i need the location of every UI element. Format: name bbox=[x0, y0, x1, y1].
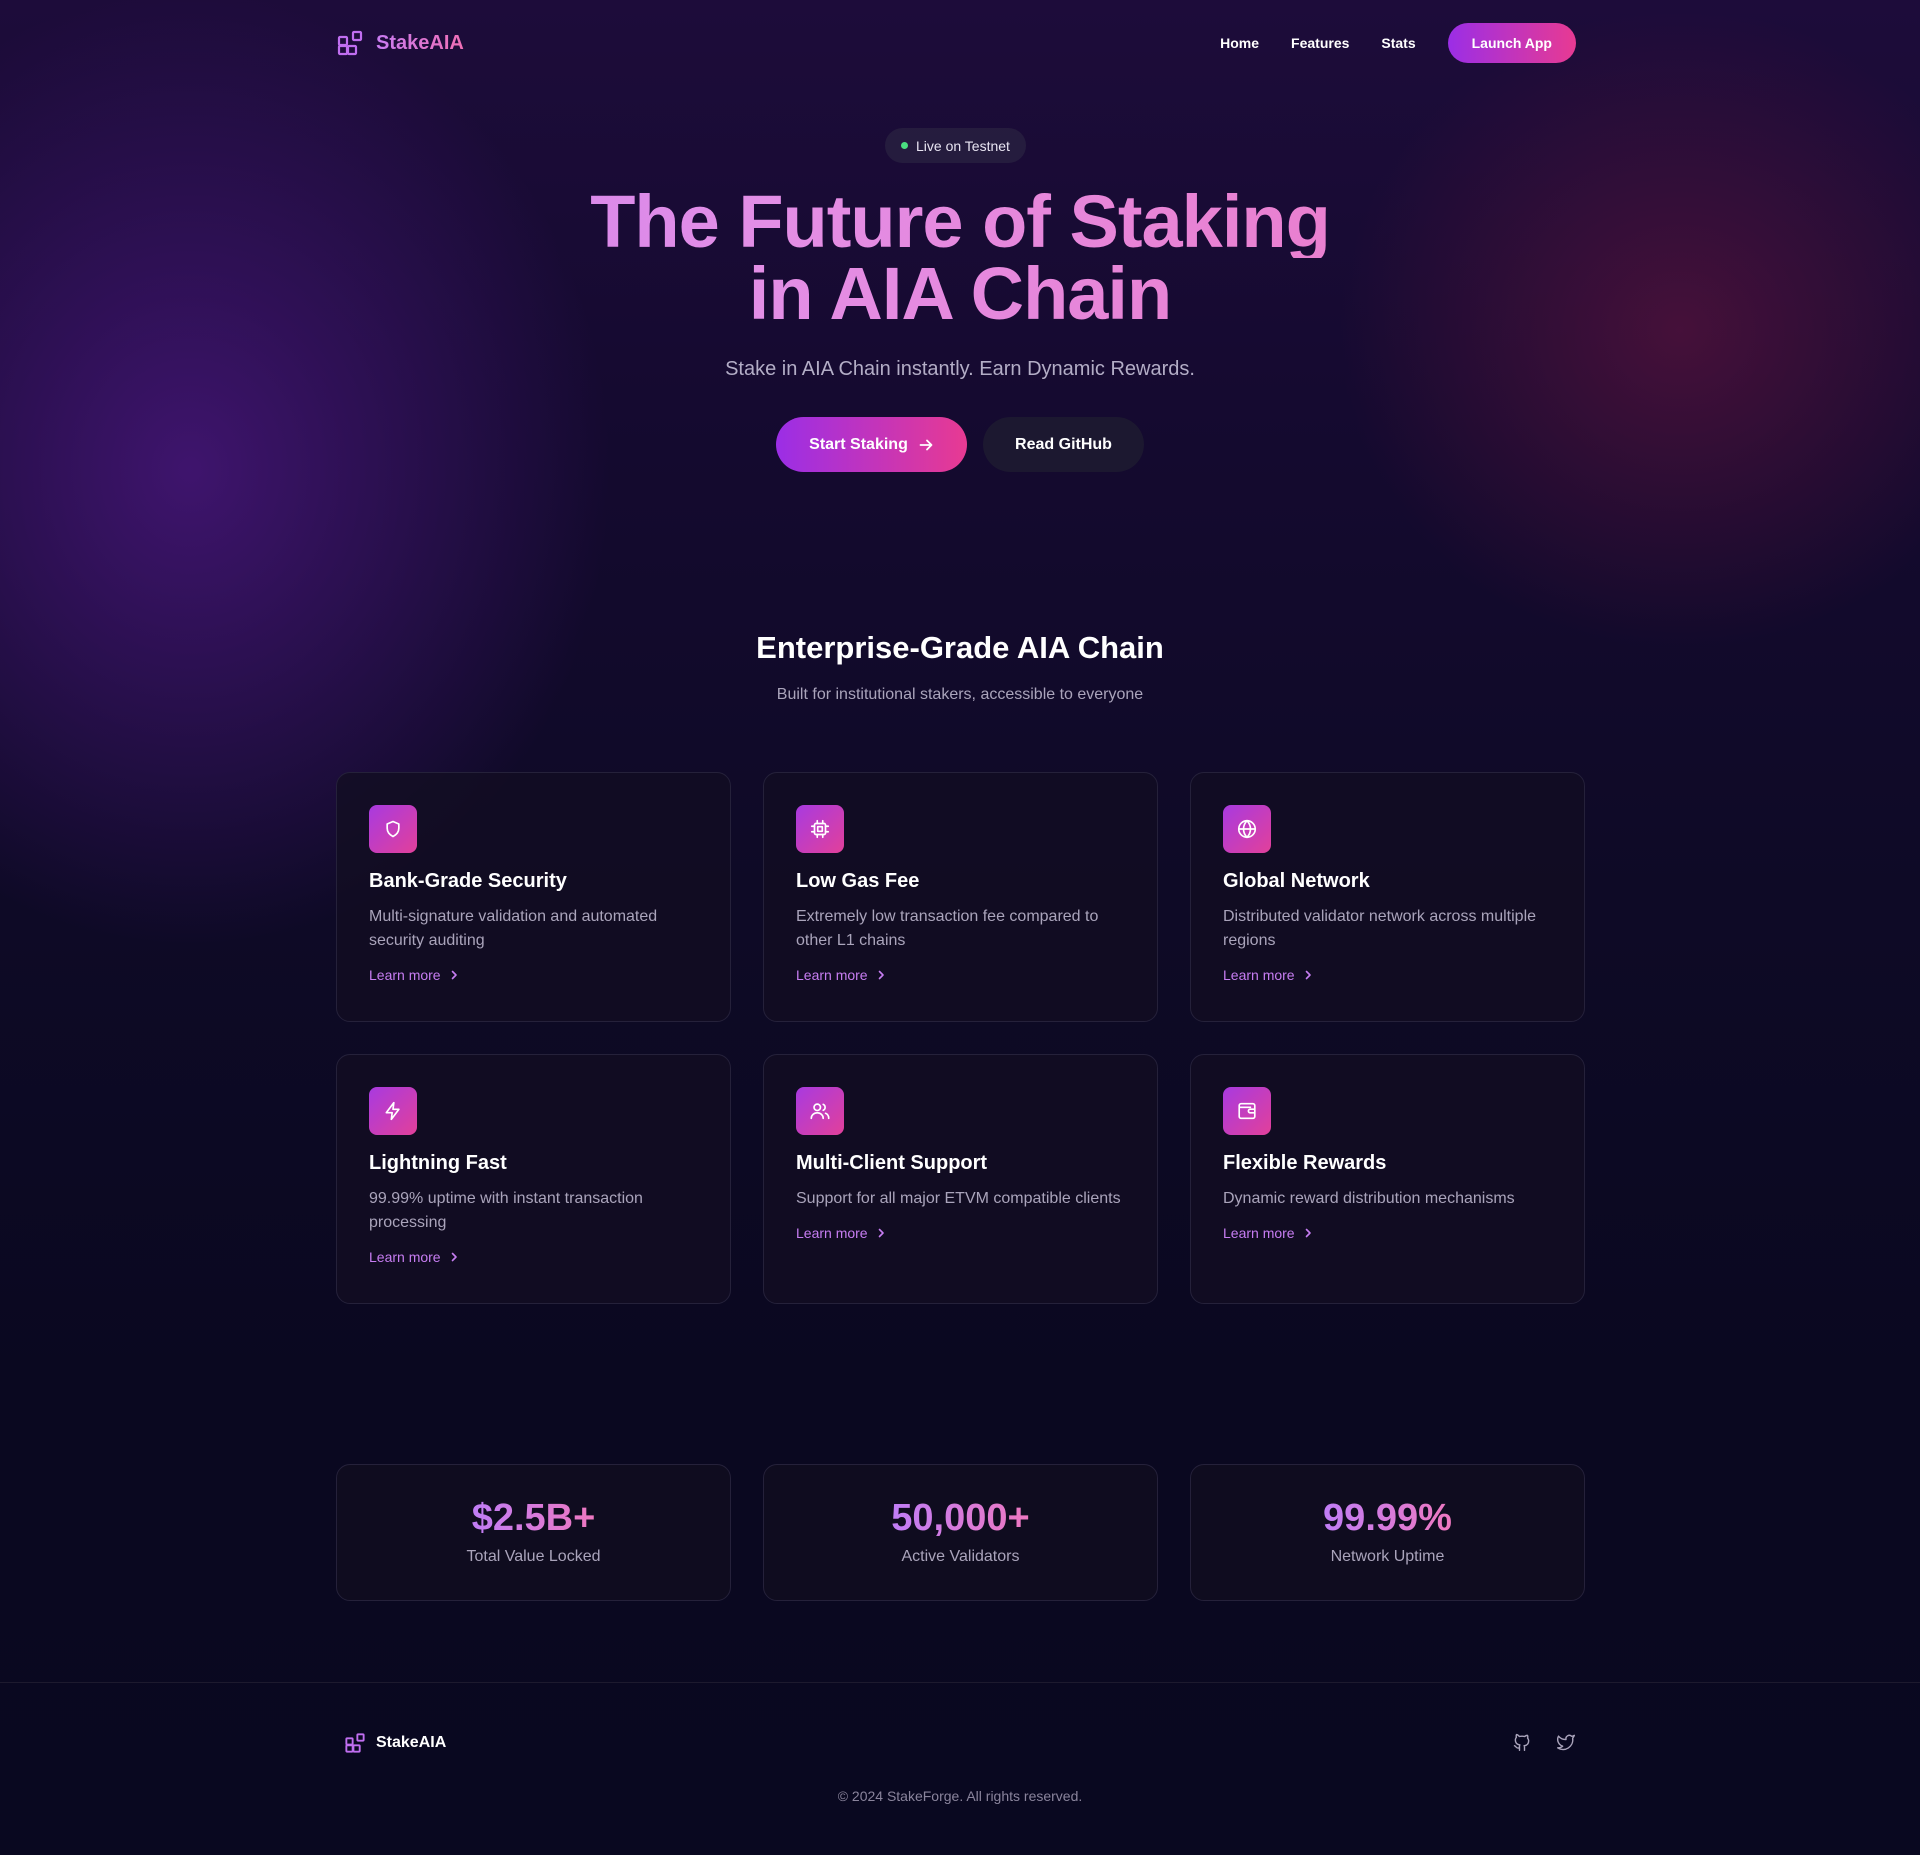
blocks-logo-icon bbox=[336, 29, 364, 57]
read-github-button[interactable]: Read GitHub bbox=[983, 417, 1144, 472]
feature-card-desc: Distributed validator network across mul… bbox=[1223, 908, 1537, 949]
learn-more-link[interactable]: Learn more bbox=[796, 967, 1125, 983]
feature-card-gas-fee: Low Gas Fee Extremely low transaction fe… bbox=[763, 772, 1158, 1022]
feature-card-desc: 99.99% uptime with instant transaction p… bbox=[369, 1190, 643, 1231]
stat-label: Network Uptime bbox=[1330, 1548, 1445, 1565]
footer-divider bbox=[0, 1682, 1920, 1683]
feature-card-title: Low Gas Fee bbox=[796, 870, 920, 892]
nav-link-features[interactable]: Features bbox=[1291, 35, 1349, 51]
stat-card-uptime: 99.99% Network Uptime bbox=[1190, 1464, 1585, 1601]
cpu-icon bbox=[796, 805, 844, 853]
hero-subtitle: Stake in AIA Chain instantly. Earn Dynam… bbox=[725, 358, 1195, 380]
feature-card-desc: Extremely low transaction fee compared t… bbox=[796, 908, 1099, 949]
shield-icon bbox=[369, 805, 417, 853]
feature-card-title: Global Network bbox=[1223, 870, 1370, 892]
learn-more-label: Learn more bbox=[369, 967, 441, 983]
brand-name: StakeAIA bbox=[376, 31, 464, 54]
twitter-icon[interactable] bbox=[1556, 1732, 1576, 1752]
learn-more-link[interactable]: Learn more bbox=[796, 1225, 1125, 1241]
globe-icon bbox=[1223, 805, 1271, 853]
top-nav: StakeAIA Home Features Stats Launch App bbox=[336, 22, 1576, 64]
feature-card-multi-client: Multi-Client Support Support for all maj… bbox=[763, 1054, 1158, 1304]
stat-label: Active Validators bbox=[901, 1548, 1020, 1565]
footer-social-links bbox=[1512, 1732, 1576, 1752]
feature-card-desc: Support for all major ETVM compatible cl… bbox=[796, 1190, 1121, 1207]
hero-title: The Future of Staking in AIA Chain bbox=[0, 185, 1920, 331]
feature-card-lightning-fast: Lightning Fast 99.99% uptime with instan… bbox=[336, 1054, 731, 1304]
learn-more-label: Learn more bbox=[796, 967, 868, 983]
hero-title-line-1: The Future of Staking bbox=[0, 185, 1920, 259]
learn-more-label: Learn more bbox=[1223, 967, 1295, 983]
feature-card-global-network: Global Network Distributed validator net… bbox=[1190, 772, 1585, 1022]
learn-more-link[interactable]: Learn more bbox=[369, 1249, 698, 1265]
wallet-icon bbox=[1223, 1087, 1271, 1135]
nav-links: Home Features Stats Launch App bbox=[1220, 23, 1576, 63]
footer-brand-name: StakeAIA bbox=[376, 1734, 447, 1751]
start-staking-button[interactable]: Start Staking bbox=[776, 417, 967, 472]
feature-card-title: Multi-Client Support bbox=[796, 1152, 988, 1174]
github-icon[interactable] bbox=[1512, 1732, 1532, 1752]
feature-card-title: Lightning Fast bbox=[369, 1152, 507, 1174]
status-badge-label: Live on Testnet bbox=[916, 137, 1010, 154]
landing-page: StakeAIA Home Features Stats Launch App … bbox=[0, 0, 1920, 1855]
chevron-right-icon bbox=[451, 1252, 457, 1262]
features-grid: Bank-Grade Security Multi-signature vali… bbox=[336, 772, 1585, 1304]
feature-card-flexible-rewards: Flexible Rewards Dynamic reward distribu… bbox=[1190, 1054, 1585, 1304]
arrow-right-icon bbox=[919, 439, 933, 450]
live-dot-icon bbox=[901, 142, 908, 149]
launch-app-button[interactable]: Launch App bbox=[1447, 23, 1576, 63]
status-badge: Live on Testnet bbox=[885, 128, 1026, 163]
nav-link-home[interactable]: Home bbox=[1220, 35, 1259, 51]
stat-label: Total Value Locked bbox=[466, 1548, 601, 1565]
feature-card-security: Bank-Grade Security Multi-signature vali… bbox=[336, 772, 731, 1022]
learn-more-link[interactable]: Learn more bbox=[1223, 1225, 1552, 1241]
hero-cta-row: Start Staking Read GitHub bbox=[0, 417, 1920, 472]
feature-card-desc: Multi-signature validation and automated… bbox=[369, 908, 658, 949]
stat-value: 50,000+ bbox=[891, 1497, 1030, 1539]
learn-more-link[interactable]: Learn more bbox=[369, 967, 698, 983]
stat-value: 99.99% bbox=[1323, 1497, 1452, 1539]
zap-icon bbox=[369, 1087, 417, 1135]
learn-more-link[interactable]: Learn more bbox=[1223, 967, 1552, 983]
chevron-right-icon bbox=[878, 970, 884, 980]
feature-card-desc: Dynamic reward distribution mechanisms bbox=[1223, 1190, 1515, 1207]
blocks-logo-icon bbox=[345, 1733, 365, 1753]
stats-row: $2.5B+ Total Value Locked 50,000+ Active… bbox=[336, 1464, 1585, 1601]
copyright-text: © 2024 StakeForge. All rights reserved. bbox=[837, 1788, 1083, 1804]
hero-title-line-2: in AIA Chain bbox=[0, 257, 1920, 331]
start-staking-label: Start Staking bbox=[809, 435, 908, 453]
feature-card-title: Bank-Grade Security bbox=[369, 870, 567, 892]
footer-brand[interactable]: StakeAIA bbox=[344, 1732, 446, 1754]
learn-more-label: Learn more bbox=[369, 1249, 441, 1265]
chevron-right-icon bbox=[1305, 970, 1311, 980]
nav-link-stats[interactable]: Stats bbox=[1381, 35, 1415, 51]
users-icon bbox=[796, 1087, 844, 1135]
chevron-right-icon bbox=[1305, 1228, 1311, 1238]
feature-card-title: Flexible Rewards bbox=[1223, 1152, 1387, 1174]
features-title: Enterprise-Grade AIA Chain bbox=[756, 630, 1164, 665]
stat-value: $2.5B+ bbox=[471, 1497, 596, 1539]
learn-more-label: Learn more bbox=[796, 1225, 868, 1241]
learn-more-label: Learn more bbox=[1223, 1225, 1295, 1241]
features-subtitle: Built for institutional stakers, accessi… bbox=[776, 686, 1144, 703]
brand-logo[interactable]: StakeAIA bbox=[336, 29, 464, 57]
stat-card-tvl: $2.5B+ Total Value Locked bbox=[336, 1464, 731, 1601]
chevron-right-icon bbox=[878, 1228, 884, 1238]
chevron-right-icon bbox=[451, 970, 457, 980]
stat-card-validators: 50,000+ Active Validators bbox=[763, 1464, 1158, 1601]
